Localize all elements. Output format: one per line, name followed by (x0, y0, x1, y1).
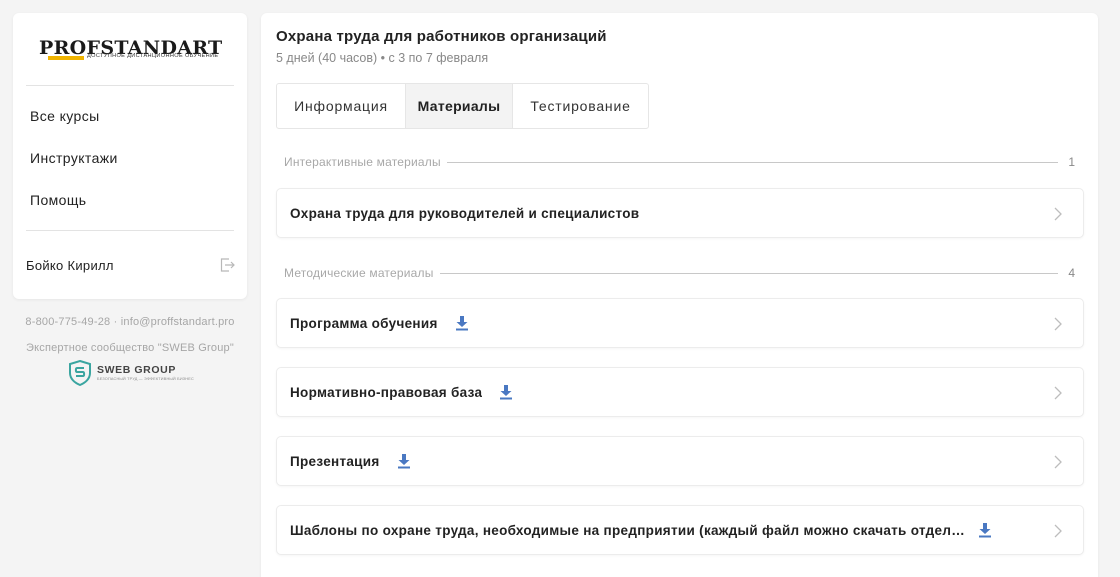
section-header-interactive: Интерактивные материалы 1 (284, 154, 1075, 170)
tab-testing[interactable]: Тестирование (513, 84, 648, 128)
sweb-shield-icon (69, 360, 91, 386)
section-divider (439, 272, 1059, 274)
material-item[interactable]: Нормативно-правовая база (276, 367, 1084, 417)
sidebar-divider (26, 230, 234, 231)
material-title: Презентация (290, 453, 380, 469)
sweb-wordmark: SWEB GROUP (97, 364, 176, 376)
logo-accent-bar (48, 56, 84, 60)
logout-icon[interactable] (218, 256, 236, 274)
user-name: Бойко Кирилл (26, 258, 114, 273)
chevron-right-icon (1054, 455, 1062, 469)
sidebar-item-all-courses[interactable]: Все курсы (30, 108, 100, 124)
sidebar: PROFSTANDART ДОСТУПНОЕ ДИСТАНЦИОННОЕ ОБУ… (13, 13, 247, 299)
download-icon[interactable] (397, 453, 411, 469)
contact-email[interactable]: info@proffstandart.pro (121, 316, 235, 328)
course-tabs: Информация Материалы Тестирование (276, 83, 649, 129)
section-label: Интерактивные материалы (284, 155, 441, 169)
download-icon[interactable] (978, 522, 992, 538)
section-count: 4 (1068, 266, 1075, 280)
tab-information[interactable]: Информация (277, 84, 405, 128)
chevron-right-icon (1054, 207, 1062, 221)
material-title: Охрана труда для руководителей и специал… (290, 205, 640, 221)
page-title: Охрана труда для работников организаций (276, 28, 607, 45)
sidebar-item-briefings[interactable]: Инструктажи (30, 150, 118, 166)
section-count: 1 (1068, 155, 1075, 169)
chevron-right-icon (1054, 317, 1062, 331)
chevron-right-icon (1054, 386, 1062, 400)
sweb-group-logo[interactable]: SWEB GROUP БЕЗОПАСНЫЙ ТРУД — ЭФФЕКТИВНЫЙ… (68, 360, 194, 386)
contact-phone[interactable]: 8-800-775-49-28 (25, 316, 110, 328)
tab-materials[interactable]: Материалы (405, 84, 513, 128)
section-label: Методические материалы (284, 266, 434, 280)
section-header-methodical: Методические материалы 4 (284, 265, 1075, 281)
material-item[interactable]: Программа обучения (276, 298, 1084, 348)
course-panel: Охрана труда для работников организаций … (261, 13, 1098, 577)
material-title: Нормативно-правовая база (290, 384, 483, 400)
material-item[interactable]: Презентация (276, 436, 1084, 486)
course-schedule: 5 дней (40 часов) • с 3 по 7 февраля (276, 51, 489, 65)
material-item[interactable]: Шаблоны по охране труда, необходимые на … (276, 505, 1084, 555)
chevron-right-icon (1054, 524, 1062, 538)
material-item[interactable]: Охрана труда для руководителей и специал… (276, 188, 1084, 238)
logo-tagline: ДОСТУПНОЕ ДИСТАНЦИОННОЕ ОБУЧЕНИЕ (87, 53, 219, 59)
download-icon[interactable] (455, 315, 469, 331)
contact-separator: · (113, 316, 118, 328)
material-title: Программа обучения (290, 315, 438, 331)
sweb-tagline: БЕЗОПАСНЫЙ ТРУД — ЭФФЕКТИВНЫЙ БИЗНЕС (97, 377, 194, 381)
community-text: Экспертное сообщество "SWEB Group" (26, 342, 234, 354)
sidebar-item-help[interactable]: Помощь (30, 192, 86, 208)
section-divider (446, 161, 1059, 163)
sidebar-divider (26, 85, 234, 86)
material-title: Шаблоны по охране труда, необходимые на … (290, 522, 970, 538)
download-icon[interactable] (499, 384, 513, 400)
contacts-line: 8-800-775-49-28 · info@proffstandart.pro (13, 316, 247, 328)
profstandart-logo[interactable]: PROFSTANDART ДОСТУПНОЕ ДИСТАНЦИОННОЕ ОБУ… (39, 37, 224, 77)
